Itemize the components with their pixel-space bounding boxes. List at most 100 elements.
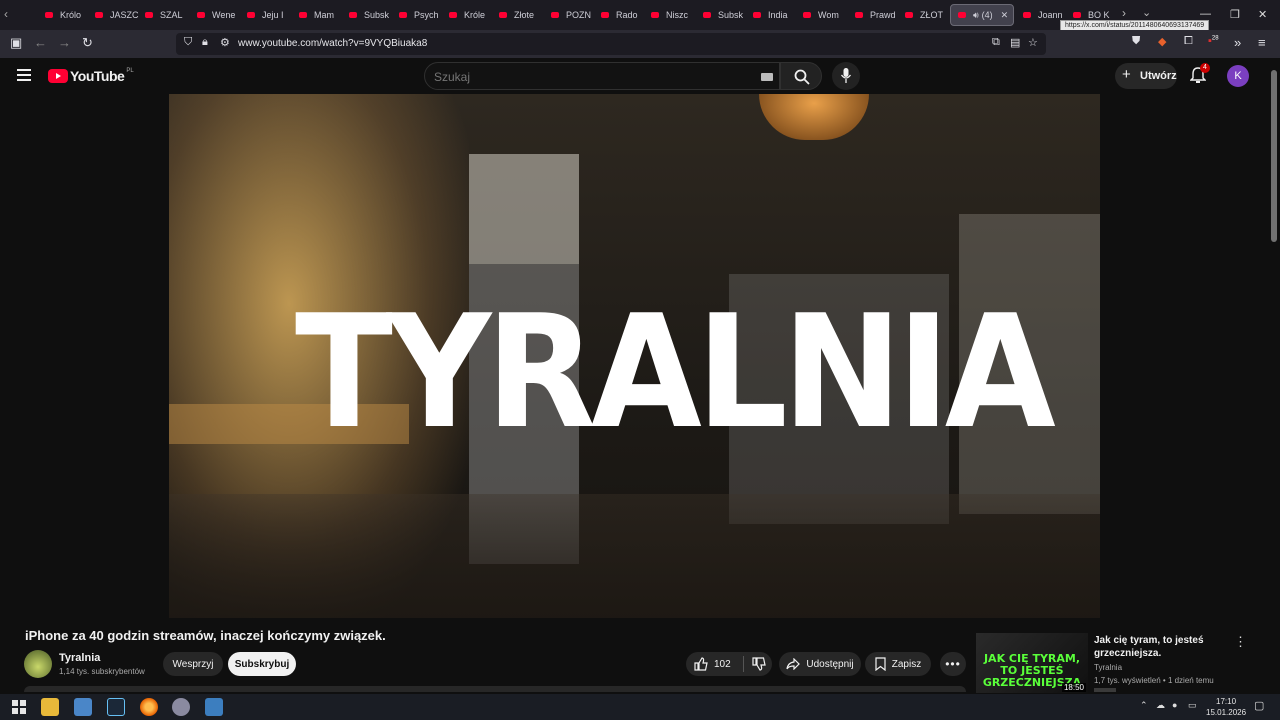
extension-fox-icon[interactable]: ◆ bbox=[1158, 35, 1166, 48]
url-text[interactable]: www.youtube.com/watch?v=9VYQBiuaka8 bbox=[238, 38, 427, 49]
browser-tab[interactable]: Subsk bbox=[348, 4, 398, 26]
extensions-puzzle-icon[interactable]: ⧠ bbox=[1184, 35, 1193, 48]
extension-shield-icon[interactable]: ⛊ bbox=[1132, 35, 1140, 48]
browser-tab[interactable]: 🔊︎ (4) ✕ bbox=[950, 4, 1014, 26]
notification-center-icon[interactable]: ▢ bbox=[1254, 699, 1264, 712]
browser-tab-label: Psych bbox=[414, 10, 439, 20]
channel-name[interactable]: Tyralnia bbox=[59, 652, 100, 664]
firefox-icon[interactable] bbox=[140, 698, 158, 716]
browser-tab[interactable]: Wene bbox=[196, 4, 246, 26]
forward-icon[interactable]: → bbox=[58, 35, 71, 50]
browser-tab[interactable]: ZŁOT bbox=[904, 4, 954, 26]
computer-icon[interactable] bbox=[74, 698, 92, 716]
browser-tab-label: JASZC bbox=[110, 10, 139, 20]
close-tab-icon[interactable]: ✕ bbox=[1001, 10, 1009, 21]
notifications-button[interactable]: 4 bbox=[1190, 63, 1210, 87]
more-actions-button[interactable]: ••• bbox=[940, 652, 966, 676]
tab-scroll-left-icon[interactable]: ‹ bbox=[4, 7, 8, 21]
youtube-favicon-icon bbox=[144, 10, 154, 20]
account-avatar[interactable]: K bbox=[1227, 65, 1249, 87]
support-button[interactable]: Wesprzyj bbox=[163, 652, 223, 676]
restore-icon[interactable]: ❐ bbox=[1230, 8, 1240, 21]
channel-avatar[interactable] bbox=[24, 650, 52, 678]
browser-tab[interactable]: Subsk bbox=[702, 4, 752, 26]
recommendation-menu-icon[interactable]: ⋮ bbox=[1234, 634, 1247, 650]
file-explorer-icon[interactable] bbox=[41, 698, 59, 716]
tab-scroll-right-icon[interactable]: › bbox=[1122, 6, 1126, 20]
description-box[interactable] bbox=[24, 686, 966, 692]
browser-tab[interactable]: Królo bbox=[44, 4, 94, 26]
browser-tab[interactable]: India bbox=[752, 4, 802, 26]
dislike-button[interactable] bbox=[752, 657, 766, 671]
browser-tab-label: SZAL bbox=[160, 10, 183, 20]
share-arrow-icon bbox=[786, 658, 801, 670]
youtube-favicon-icon bbox=[550, 10, 560, 20]
bookmark-star-icon[interactable]: ☆ bbox=[1028, 36, 1038, 49]
browser-tab[interactable]: Mam bbox=[298, 4, 348, 26]
youtube-favicon-icon bbox=[752, 10, 762, 20]
search-button[interactable] bbox=[780, 62, 822, 90]
save-button[interactable]: Zapisz bbox=[865, 652, 931, 676]
microphone-tray-icon[interactable]: ● bbox=[1172, 700, 1177, 710]
hamburger-menu-icon[interactable]: ≡ bbox=[1258, 35, 1266, 50]
browser-tab[interactable]: Psych bbox=[398, 4, 448, 26]
display-icon[interactable]: ▭ bbox=[1188, 700, 1197, 711]
browser-tab[interactable]: JASZC bbox=[94, 4, 144, 26]
guide-menu-icon[interactable] bbox=[17, 69, 31, 81]
browser-tab[interactable]: Króle bbox=[448, 4, 498, 26]
page-scrollbar[interactable] bbox=[1268, 58, 1280, 694]
browser-tab[interactable]: Rado bbox=[600, 4, 650, 26]
taskbar-clock[interactable]: 17:10 15.01.2026 bbox=[1206, 696, 1246, 718]
browser-tab[interactable]: Wom bbox=[802, 4, 852, 26]
overflow-menu-icon[interactable]: » bbox=[1234, 35, 1241, 50]
browser-tab[interactable]: Niszc bbox=[650, 4, 700, 26]
app-icon[interactable] bbox=[172, 698, 190, 716]
search-icon bbox=[794, 69, 810, 85]
youtube-logo[interactable]: YouTube PL bbox=[48, 68, 134, 84]
browser-tab[interactable]: Jeju I bbox=[246, 4, 296, 26]
browser-tab-label: Subsk bbox=[364, 10, 390, 20]
save-button-label: Zapisz bbox=[891, 658, 922, 670]
minimize-icon[interactable]: — bbox=[1200, 8, 1211, 20]
recommended-video-thumbnail[interactable]: JAK CIĘ TYRAM, TO JESTEŚ GRZECZNIEJSZA 1… bbox=[976, 633, 1088, 693]
bookmark-icon bbox=[875, 657, 886, 671]
steam-icon[interactable] bbox=[107, 698, 125, 716]
permissions-icon[interactable]: ⚙ bbox=[220, 36, 230, 49]
video-player[interactable]: TYRALNIA bbox=[169, 94, 1100, 618]
reader-view-icon[interactable]: ▤ bbox=[1010, 36, 1020, 49]
tray-overflow-icon[interactable]: ⌃ bbox=[1140, 700, 1148, 711]
reload-icon[interactable]: ↻ bbox=[82, 35, 93, 51]
browser-tab[interactable]: POZN bbox=[550, 4, 600, 26]
tab-audio-icon[interactable]: 🔊︎ bbox=[973, 10, 979, 21]
search-input[interactable] bbox=[434, 70, 734, 84]
tab-list-chevron-icon[interactable]: ⌄ bbox=[1142, 6, 1151, 19]
browser-tab[interactable]: Złote bbox=[498, 4, 548, 26]
close-window-icon[interactable]: ✕ bbox=[1258, 8, 1267, 21]
windows-start-icon[interactable] bbox=[12, 700, 26, 714]
scrollbar-thumb[interactable] bbox=[1271, 70, 1277, 242]
shield-icon[interactable]: ⛉ bbox=[184, 36, 192, 49]
browser-tab-label: Króle bbox=[464, 10, 486, 20]
calculator-icon[interactable] bbox=[205, 698, 223, 716]
picture-in-picture-icon[interactable]: ⧉ bbox=[992, 36, 1000, 49]
recommended-video-title[interactable]: Jak cię tyram, to jesteś grzeczniejsza. bbox=[1094, 634, 1226, 660]
share-button[interactable]: Udostępnij bbox=[779, 652, 861, 676]
search-box[interactable] bbox=[424, 62, 780, 90]
back-icon[interactable]: ← bbox=[34, 35, 47, 50]
lock-icon[interactable]: 🔒︎ bbox=[202, 36, 208, 49]
youtube-favicon-icon bbox=[498, 10, 508, 20]
sidebar-toggle-icon[interactable]: ▣ bbox=[10, 35, 22, 51]
keyboard-icon[interactable] bbox=[761, 73, 773, 81]
network-icon[interactable]: ☁ bbox=[1156, 700, 1165, 711]
recommended-video-channel[interactable]: Tyralnia bbox=[1094, 663, 1122, 672]
create-button[interactable]: + Utwórz bbox=[1115, 63, 1177, 89]
browser-tab[interactable]: Prawd bbox=[854, 4, 904, 26]
address-bar[interactable]: ⛉ 🔒︎ ⚙ www.youtube.com/watch?v=9VYQBiuak… bbox=[176, 33, 1046, 55]
browser-tab-label: Wene bbox=[212, 10, 236, 20]
voice-search-button[interactable] bbox=[832, 62, 860, 90]
subscribe-button[interactable]: Subskrybuj bbox=[228, 652, 296, 676]
youtube-play-logo-icon bbox=[48, 69, 68, 83]
browser-tab[interactable]: SZAL bbox=[144, 4, 194, 26]
like-button[interactable]: 102 bbox=[694, 657, 731, 671]
extension-badge-icon[interactable]: ▪28 bbox=[1208, 35, 1219, 47]
